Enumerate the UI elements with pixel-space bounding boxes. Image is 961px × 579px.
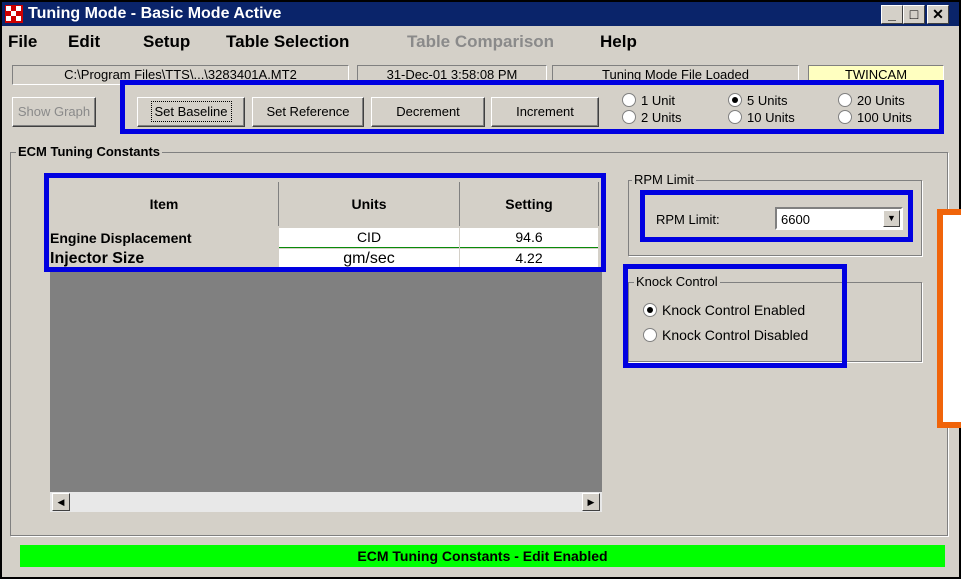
toolbar-highlight (120, 80, 944, 134)
minimize-button[interactable]: _ (881, 5, 903, 24)
horizontal-scrollbar[interactable]: ◀ ▶ (50, 492, 602, 512)
menu-bar: File Edit Setup Table Selection Table Co… (2, 26, 959, 56)
menu-table-comparison[interactable]: Table Comparison (407, 32, 554, 52)
edit-status-bar: ECM Tuning Constants - Edit Enabled (20, 545, 945, 567)
menu-edit[interactable]: Edit (68, 32, 100, 52)
menu-table-selection[interactable]: Table Selection (226, 32, 349, 52)
close-button[interactable]: ✕ (927, 5, 949, 24)
maximize-button[interactable]: □ (903, 5, 925, 24)
rpm-group-title: RPM Limit (632, 172, 696, 187)
show-graph-button[interactable]: Show Graph (12, 97, 96, 127)
rpm-highlight (640, 190, 913, 242)
menu-file[interactable]: File (8, 32, 37, 52)
grid-empty-area (50, 270, 602, 492)
scroll-right-icon[interactable]: ▶ (582, 493, 600, 511)
ecm-group-title: ECM Tuning Constants (16, 144, 163, 159)
window-title: Tuning Mode - Basic Mode Active (28, 5, 282, 22)
menu-help[interactable]: Help (600, 32, 637, 52)
scroll-left-icon[interactable]: ◀ (52, 493, 70, 511)
app-icon (5, 5, 23, 23)
menu-setup[interactable]: Setup (143, 32, 190, 52)
grid-highlight (44, 173, 606, 272)
knock-highlight (623, 264, 847, 368)
title-bar[interactable]: Tuning Mode - Basic Mode Active _ □ ✕ (2, 2, 959, 26)
tuning-window: Tuning Mode - Basic Mode Active _ □ ✕ Fi… (0, 0, 961, 579)
orange-highlight-box (937, 209, 961, 428)
